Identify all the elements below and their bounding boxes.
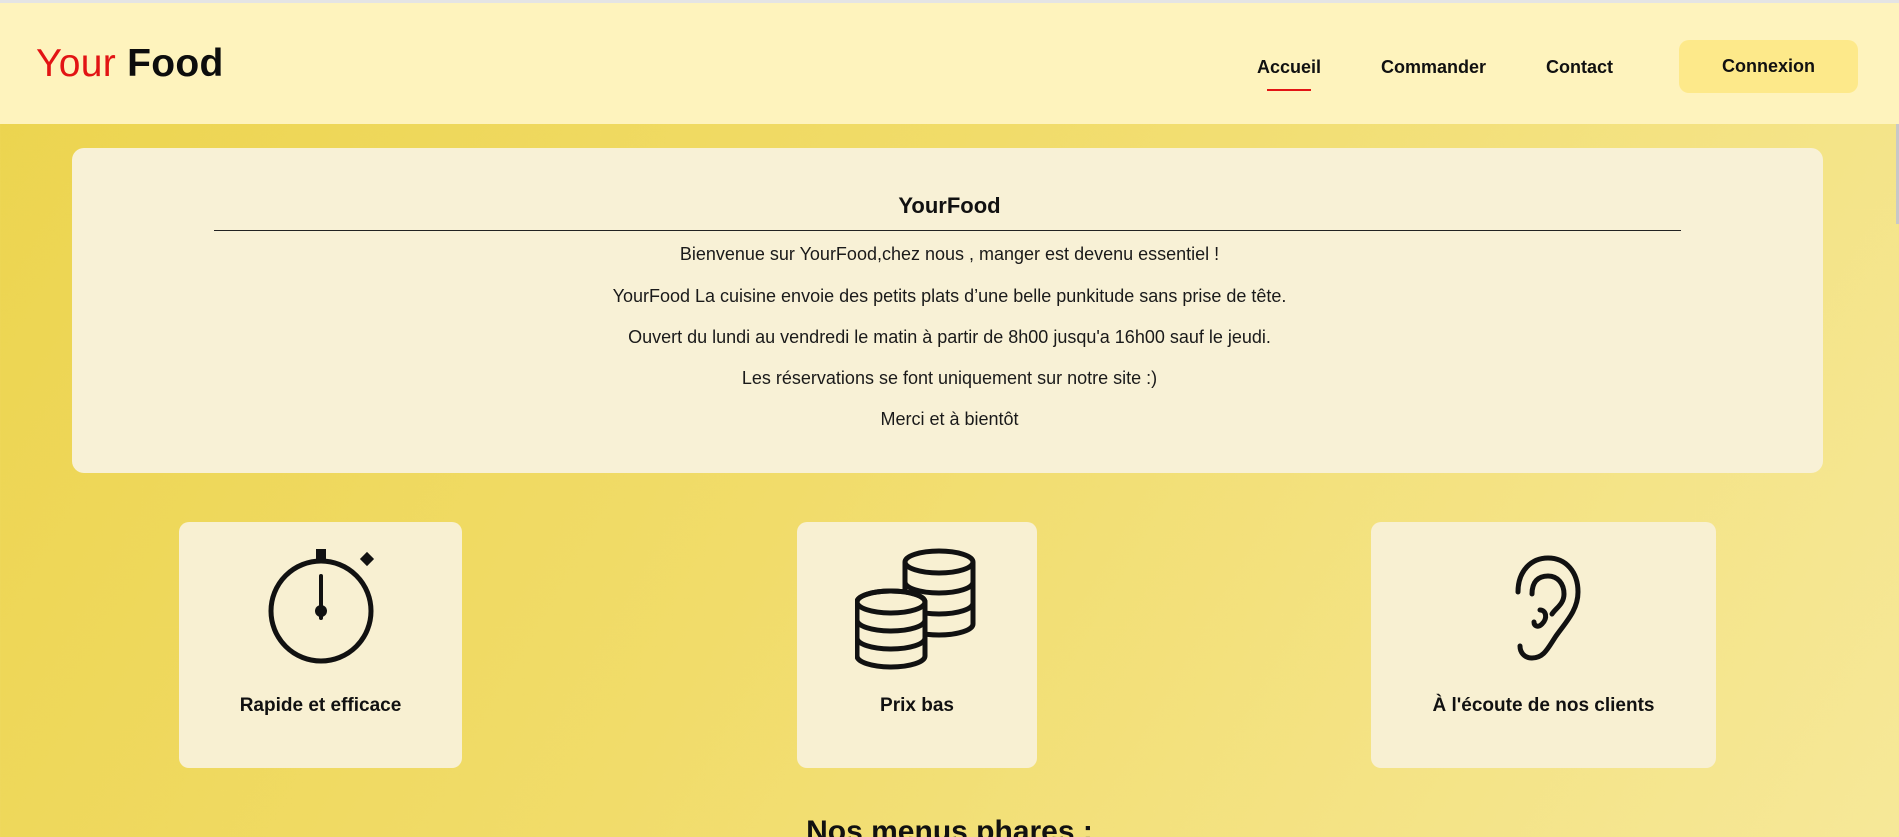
nav-link-contact[interactable]: Contact bbox=[1546, 55, 1613, 79]
welcome-line-5: Merci et à bientôt bbox=[880, 409, 1019, 429]
welcome-title: YourFood bbox=[898, 193, 1001, 218]
menus-heading: Nos menus phares : bbox=[806, 815, 1093, 837]
brand-logo-food: Food bbox=[127, 42, 224, 85]
feature-label-listening: À l'écoute de nos clients bbox=[1432, 695, 1655, 716]
welcome-line-1: Bienvenue sur YourFood,chez nous , mange… bbox=[679, 244, 1220, 264]
brand-logo[interactable]: Your Food bbox=[36, 41, 224, 86]
welcome-line-2: YourFood La cuisine envoie des petits pl… bbox=[612, 286, 1287, 306]
coins-icon bbox=[854, 546, 979, 675]
nav-link-accueil[interactable]: Accueil bbox=[1257, 55, 1321, 79]
nav-link-commander[interactable]: Commander bbox=[1381, 55, 1486, 79]
welcome-divider bbox=[214, 230, 1681, 231]
feature-card-listening: À l'écoute de nos clients bbox=[1371, 522, 1716, 768]
feature-label-fast: Rapide et efficace bbox=[239, 695, 402, 716]
nav-active-underline bbox=[1267, 89, 1311, 91]
feature-label-price: Prix bas bbox=[880, 695, 954, 716]
feature-card-price: Prix bas bbox=[797, 522, 1037, 768]
welcome-line-4: Les réservations se font uniquement sur … bbox=[741, 368, 1158, 388]
ear-icon bbox=[1504, 552, 1584, 669]
navbar: Your Food Accueil Commander Contact Conn… bbox=[0, 3, 1899, 124]
welcome-line-3: Ouvert du lundi au vendredi le matin à p… bbox=[628, 327, 1271, 347]
login-button[interactable]: Connexion bbox=[1679, 40, 1858, 93]
feature-card-fast: Rapide et efficace bbox=[179, 522, 462, 768]
brand-logo-your: Your bbox=[36, 42, 116, 85]
stopwatch-icon bbox=[266, 548, 376, 671]
